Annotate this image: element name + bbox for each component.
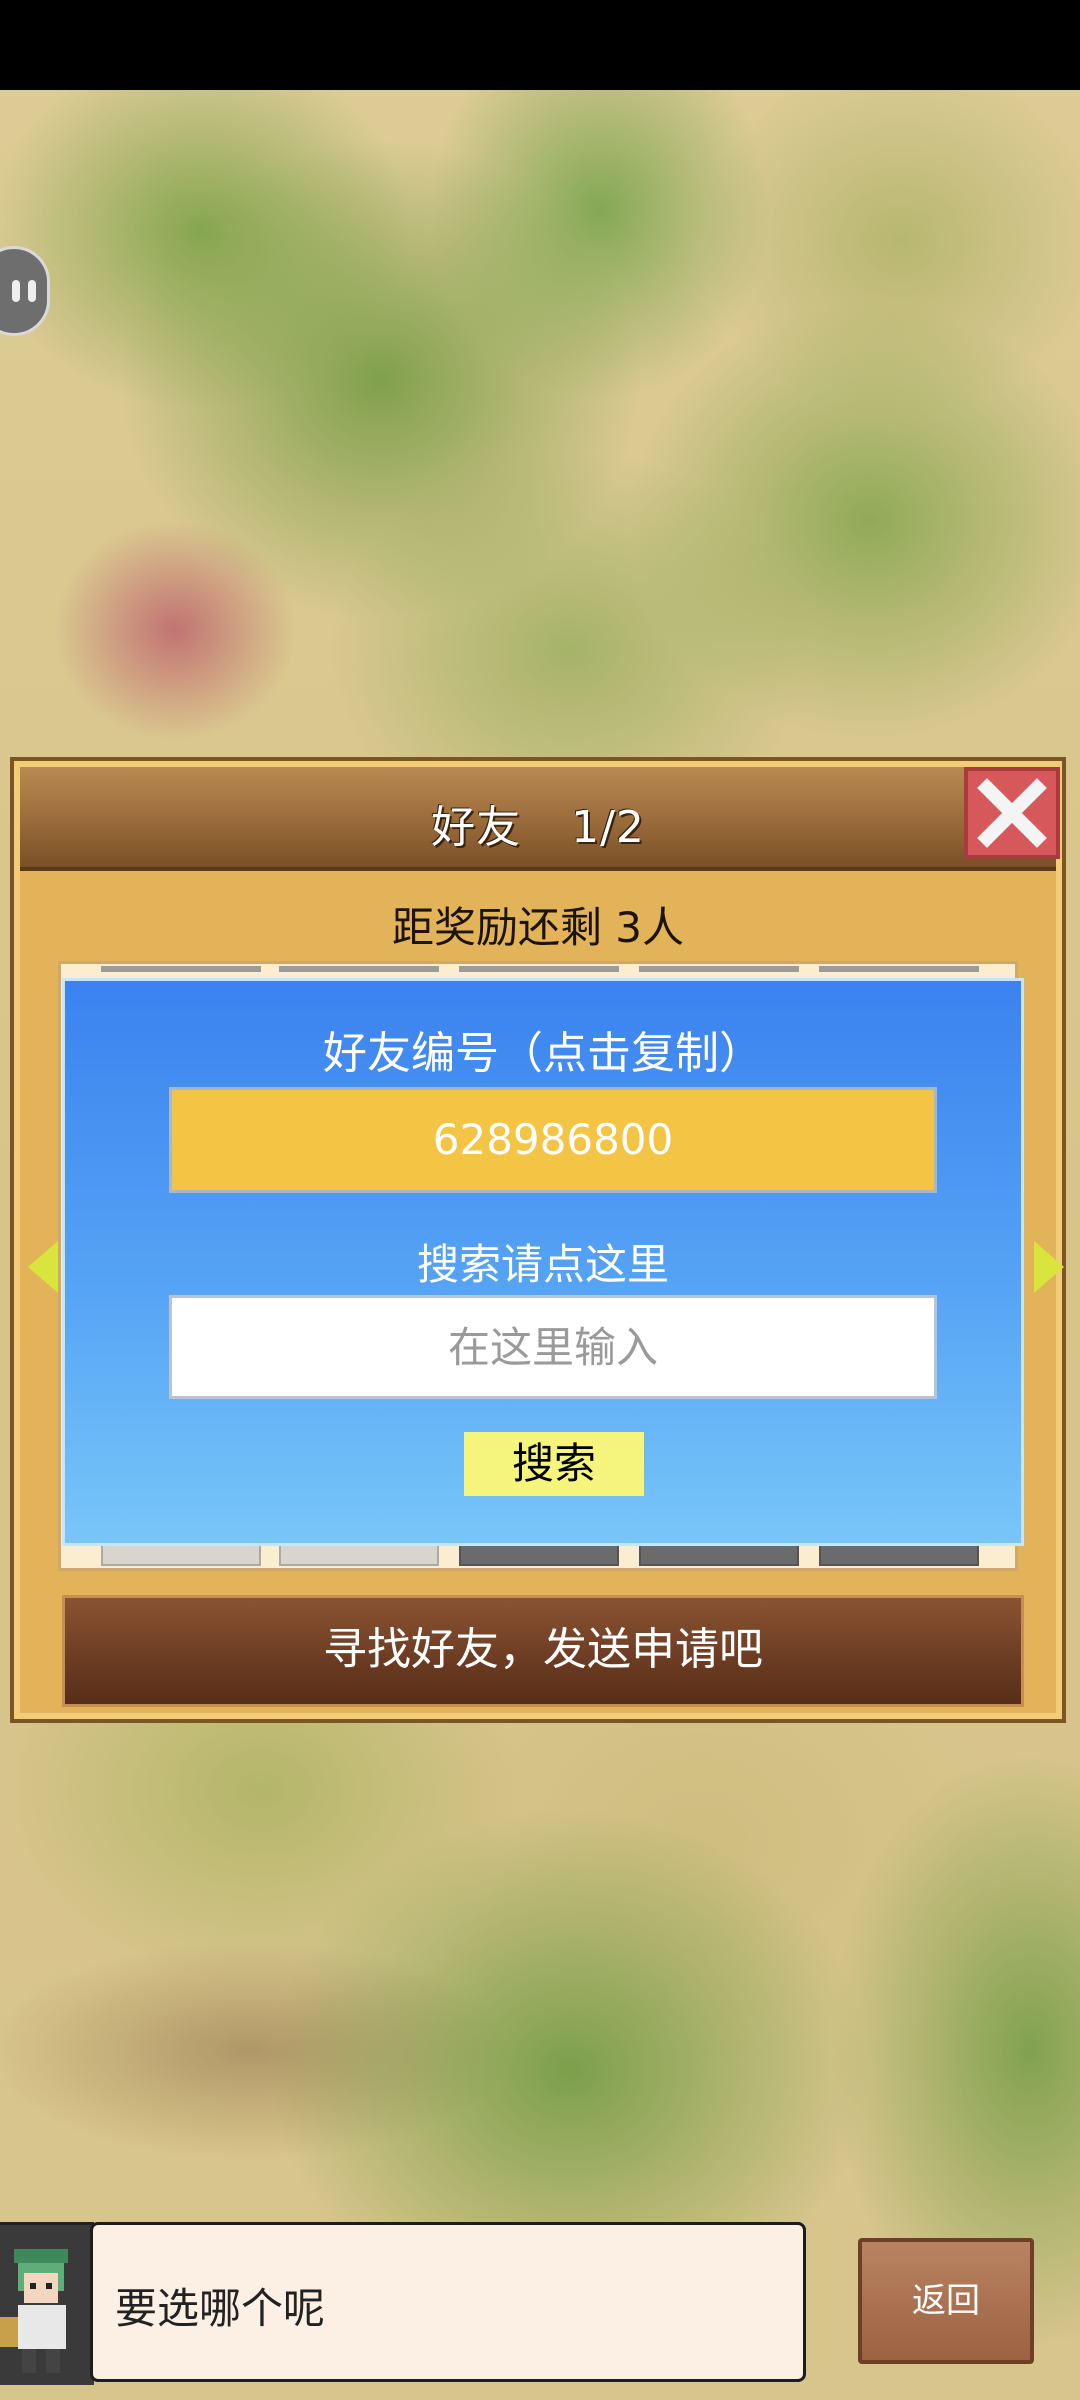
character-avatar bbox=[0, 2249, 68, 2373]
side-tab-icon bbox=[12, 280, 20, 302]
find-friends-button[interactable]: 寻找好友，发送申请吧 bbox=[62, 1595, 1024, 1707]
close-button[interactable] bbox=[964, 767, 1060, 859]
speech-bubble: 要选哪个呢 bbox=[90, 2222, 806, 2382]
back-button[interactable]: 返回 bbox=[858, 2238, 1034, 2364]
search-label: 搜索请点这里 bbox=[416, 1240, 669, 1289]
speech-text: 要选哪个呢 bbox=[115, 2284, 326, 2333]
close-icon bbox=[977, 778, 1047, 848]
dialog-title: 好友 1/2 bbox=[20, 791, 1056, 855]
friends-dialog: 好友 1/2 距奖励还剩 3人 好友编号（点击复制） 628986800 搜索请点… bbox=[10, 757, 1066, 1723]
dialog-page-indicator: 1/2 bbox=[571, 802, 645, 853]
search-input[interactable] bbox=[169, 1295, 937, 1399]
character-portrait bbox=[0, 2222, 94, 2385]
dialog-header: 好友 1/2 bbox=[20, 767, 1056, 871]
search-button[interactable]: 搜索 bbox=[464, 1432, 644, 1496]
friend-id-copy-box[interactable]: 628986800 bbox=[169, 1087, 937, 1193]
arrow-right-icon[interactable] bbox=[1034, 1241, 1064, 1293]
status-bar bbox=[0, 0, 1080, 90]
friend-id-label: 好友编号（点击复制） bbox=[323, 1028, 763, 1079]
dialog-title-text: 好友 bbox=[431, 802, 522, 853]
arrow-left-icon[interactable] bbox=[28, 1241, 58, 1293]
friend-id-panel: 好友编号（点击复制） 628986800 搜索请点这里 搜索 bbox=[62, 978, 1024, 1546]
reward-remaining-text: 距奖励还剩 3人 bbox=[391, 903, 685, 952]
